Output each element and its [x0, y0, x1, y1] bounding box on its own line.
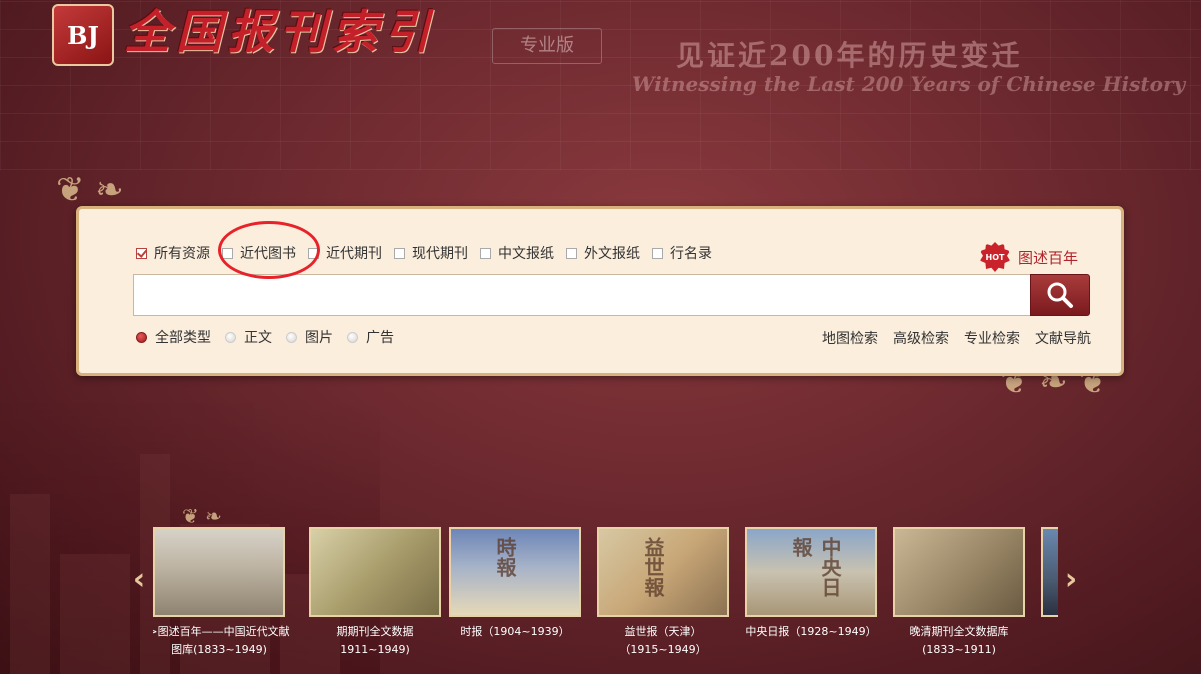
resource-option-label: 所有资源 [154, 246, 210, 262]
carousel-item[interactable]: >图述百年——中国近代文献图库(1833~1949) [153, 527, 290, 662]
carousel-item[interactable]: 益世報益世报（天津）（1915~1949） [597, 527, 729, 662]
search-mode-link[interactable]: 地图检索 [822, 328, 878, 347]
content-type-option-0[interactable]: 全部类型 [136, 327, 211, 347]
content-type-row: 全部类型 正文 图片 广告 [136, 328, 408, 346]
radio-button[interactable] [225, 331, 236, 343]
thumbnail-title: 益世報 [641, 537, 665, 597]
resource-option-label: 近代图书 [240, 246, 296, 262]
carousel-caption: 期期刊全文数据1911~1949) [336, 625, 414, 656]
resource-option-label: 中文报纸 [498, 246, 554, 262]
carousel-prev-icon[interactable]: ‹ [130, 565, 148, 595]
search-mode-link[interactable]: 文献导航 [1035, 328, 1091, 347]
carousel-thumbnail [153, 527, 285, 617]
hot-badge-icon: HOT [980, 242, 1010, 272]
resource-option-3[interactable]: 现代期刊 [394, 243, 468, 263]
content-type-option-2[interactable]: 图片 [286, 327, 333, 347]
checkbox[interactable] [394, 247, 405, 259]
content-type-label: 正文 [244, 330, 272, 346]
resource-option-2[interactable]: 近代期刊 [308, 243, 382, 263]
checkbox[interactable] [222, 247, 233, 259]
checkbox[interactable] [136, 247, 147, 259]
carousel-item[interactable]: 時報时报（1904~1939） [449, 527, 581, 662]
carousel-caption: >图述百年——中国近代文献图库(1833~1949) [153, 625, 290, 656]
content-type-option-3[interactable]: 广告 [347, 327, 394, 347]
search-mode-links: 地图检索 高级检索 专业检索 文献导航 [807, 328, 1091, 347]
checkbox[interactable] [566, 247, 577, 259]
carousel-item[interactable]: 晚清期刊全文数据库(1833~1911) [893, 527, 1025, 662]
resource-option-5[interactable]: 外文报纸 [566, 243, 640, 263]
carousel-caption: 中央日报（1928~1949） [745, 625, 877, 638]
carousel-caption: 益世报（天津）（1915~1949） [619, 625, 707, 656]
carousel-item[interactable]: 新闻报 [1041, 527, 1058, 662]
resource-option-4[interactable]: 中文报纸 [480, 243, 554, 263]
checkbox[interactable] [652, 247, 663, 259]
carousel-caption: 晚清期刊全文数据库(1833~1911) [909, 625, 1009, 656]
resource-filter-row: 所有资源 近代图书 近代期刊 现代期刊 中文报纸 外文报纸 行名录 [136, 243, 724, 263]
carousel-thumbnail: 益世報 [597, 527, 729, 617]
radio-button[interactable] [136, 331, 147, 343]
content-type-label: 广告 [366, 330, 394, 346]
resource-option-label: 行名录 [670, 246, 712, 262]
carousel-item[interactable]: 中央日報中央日报（1928~1949） [745, 527, 877, 662]
content-type-label: 图片 [305, 330, 333, 346]
carousel-thumbnail [1041, 527, 1058, 617]
carousel-thumbnail: 中央日報 [745, 527, 877, 617]
carousel-caption: 新闻报 [1035, 623, 1058, 641]
search-icon [1047, 282, 1073, 308]
logo-title[interactable]: 全国报刊索引 [124, 2, 474, 62]
ornament-top-left: ❦ ❧ [56, 170, 124, 210]
slogan: 见证近200年的历史变迁 [676, 39, 1023, 72]
resource-option-label: 近代期刊 [326, 246, 382, 262]
carousel-item[interactable]: 期期刊全文数据1911~1949) [309, 527, 441, 662]
resource-option-label: 外文报纸 [584, 246, 640, 262]
carousel-thumbnail [893, 527, 1025, 617]
search-button[interactable] [1030, 274, 1090, 316]
resource-option-0[interactable]: 所有资源 [136, 243, 210, 263]
search-input[interactable] [133, 274, 1031, 316]
thumbnail-title: 時報 [493, 537, 517, 577]
ornament-carousel: ❦ ❧ [182, 504, 222, 528]
edition-label: 专业版 [492, 28, 602, 64]
search-mode-link[interactable]: 专业检索 [964, 328, 1020, 347]
logo-badge[interactable]: BJ [52, 4, 114, 66]
resource-option-label: 现代期刊 [412, 246, 468, 262]
radio-button[interactable] [347, 331, 358, 343]
content-type-label: 全部类型 [155, 330, 211, 346]
carousel-next-icon[interactable]: › [1062, 565, 1080, 595]
slogan-english: Witnessing the Last 200 Years of Chinese… [632, 72, 1186, 96]
resource-option-1[interactable]: 近代图书 [222, 243, 296, 263]
hot-link-label: 图述百年 [1018, 248, 1079, 267]
carousel-thumbnail: 時報 [449, 527, 581, 617]
carousel-caption: 时报（1904~1939） [460, 625, 570, 638]
radio-button[interactable] [286, 331, 297, 343]
carousel-thumbnail [309, 527, 441, 617]
content-type-option-1[interactable]: 正文 [225, 327, 272, 347]
checkbox[interactable] [308, 247, 319, 259]
search-mode-link[interactable]: 高级检索 [893, 328, 949, 347]
thumbnail-title: 中央日報 [789, 537, 842, 597]
checkbox[interactable] [480, 247, 491, 259]
resource-option-6[interactable]: 行名录 [652, 243, 712, 263]
carousel: >图述百年——中国近代文献图库(1833~1949) 期期刊全文数据1911~19… [153, 527, 1058, 662]
hot-link-tushu[interactable]: HOT 图述百年 [980, 242, 1078, 272]
